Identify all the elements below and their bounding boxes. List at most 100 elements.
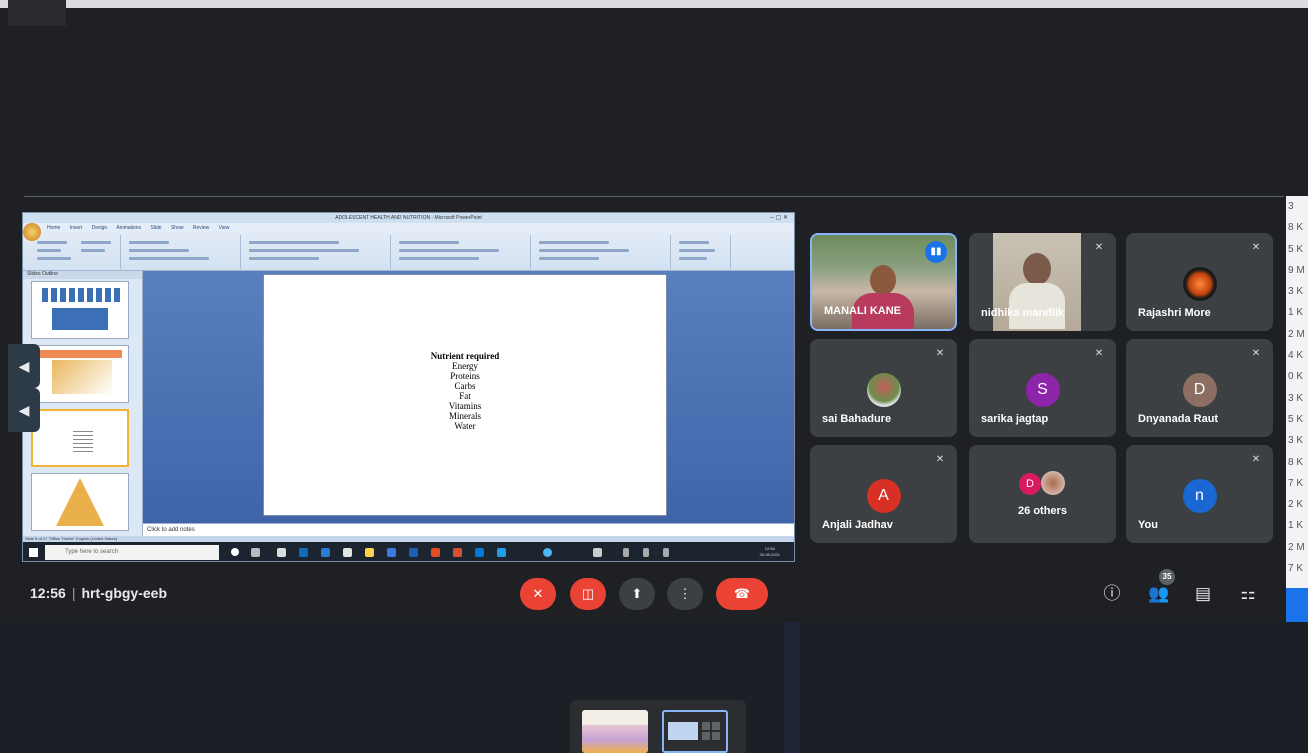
slide-canvas: Nutrient required Energy Proteins Carbs … xyxy=(143,271,794,523)
window-switcher xyxy=(570,700,746,753)
people-button[interactable]: 👥 xyxy=(1147,582,1171,606)
speaking-indicator-icon: ▮▮ xyxy=(925,241,947,263)
collapse-left-button[interactable]: ◀ xyxy=(8,344,40,388)
self-tile[interactable]: ✕ n You xyxy=(1126,445,1273,543)
ribbon-group-editing xyxy=(671,235,731,269)
avatar: D xyxy=(1182,373,1217,407)
slide-item: Fat xyxy=(459,391,471,401)
participant-count-badge: 35 xyxy=(1159,569,1175,585)
list-item: 1 K xyxy=(1288,520,1304,532)
notes-pane: Click to add notes xyxy=(143,523,794,536)
list-item: 0 K xyxy=(1288,371,1304,383)
ppt-window-title: ADOLESCENT HEALTH AND NUTRITION - Micros… xyxy=(335,215,482,221)
camera-off-icon: ◫ xyxy=(581,586,595,601)
participant-tile[interactable]: ▮▮ MANALI KANE xyxy=(810,233,957,331)
participant-tile[interactable]: ✕ sai Bahadure xyxy=(810,339,957,437)
camera-toggle-button[interactable]: ◫ xyxy=(570,578,606,610)
list-item: 2 K xyxy=(1288,499,1304,511)
participant-name: nidhika mandlik xyxy=(981,307,1065,319)
shared-presentation: ADOLESCENT HEALTH AND NUTRITION - Micros… xyxy=(22,212,795,562)
list-item: 3 xyxy=(1288,201,1294,212)
current-slide: Nutrient required Energy Proteins Carbs … xyxy=(263,274,667,516)
meeting-details-button[interactable]: ⓘ xyxy=(1100,582,1124,606)
activities-button[interactable]: ⚏ xyxy=(1236,582,1260,606)
ribbon-group-drawing xyxy=(531,235,671,269)
list-item: 5 K xyxy=(1288,243,1304,255)
list-accent-bar xyxy=(1286,588,1308,622)
present-icon: ⬆ xyxy=(631,586,643,601)
ribbon-group-slides xyxy=(121,235,241,269)
avatar-photo xyxy=(1041,471,1065,495)
ribbon-tab: Slide Show xyxy=(150,225,184,231)
taskbar-app-icon xyxy=(409,548,418,557)
ppt-ribbon: Home Insert Design Animations Slide Show… xyxy=(23,223,794,271)
list-item: 5 K xyxy=(1288,413,1304,425)
present-button[interactable]: ⬆ xyxy=(619,578,655,610)
tray-icon xyxy=(643,548,649,557)
participant-tile[interactable]: ✕ nidhika mandlik xyxy=(969,233,1116,331)
taskbar-app-icon xyxy=(277,548,286,557)
participant-tile[interactable]: ✕ D Dnyanada Raut xyxy=(1126,339,1273,437)
list-item: 3 K xyxy=(1288,286,1304,298)
avatar: n xyxy=(1182,479,1217,513)
participant-name: MANALI KANE xyxy=(824,305,901,317)
taskbar-app-icon xyxy=(343,548,352,557)
mic-off-icon: ✕ xyxy=(1251,454,1261,465)
participant-tile[interactable]: ✕ A Anjali Jadhav xyxy=(810,445,957,543)
tray-icon xyxy=(623,548,629,557)
mic-off-icon: ✕ xyxy=(935,454,945,465)
leave-call-button[interactable]: ☎ xyxy=(716,578,768,610)
more-options-button[interactable]: ⋮ xyxy=(667,578,703,610)
separator: | xyxy=(71,585,76,601)
taskbar-app-icon xyxy=(543,548,552,557)
people-icon: 👥 xyxy=(1148,584,1170,603)
list-item: 8 K xyxy=(1288,222,1304,234)
avatar: S xyxy=(1025,373,1060,407)
taskbar-app-icon xyxy=(321,548,330,557)
participant-tile[interactable]: ✕ Rajashri More xyxy=(1126,233,1273,331)
meeting-info: 12:56 | hrt-gbgy-eeb xyxy=(30,585,167,601)
mic-off-icon: ✕ xyxy=(1094,348,1104,359)
participant-name: Anjali Jadhav xyxy=(822,519,893,531)
taskbar-app-icon xyxy=(475,548,484,557)
participant-name: You xyxy=(1138,519,1158,531)
slide-item: Carbs xyxy=(454,381,476,391)
mic-off-icon: ✕ xyxy=(1251,348,1261,359)
partial-side-list: 3 8 K 5 K 9 M 3 K 1 K 2 M 4 K 0 K 3 K 5 … xyxy=(1286,196,1308,622)
avatar xyxy=(1182,267,1217,301)
participant-name: sai Bahadure xyxy=(822,413,892,425)
list-item: 2 M xyxy=(1288,328,1305,340)
participant-name: sarika jagtap xyxy=(981,413,1049,425)
mic-toggle-button[interactable]: ✕ xyxy=(520,578,556,610)
task-view-icon xyxy=(251,548,260,557)
meeting-code[interactable]: hrt-gbgy-eeb xyxy=(81,585,167,601)
divider xyxy=(24,196,1284,197)
tray-icon xyxy=(593,548,602,557)
meeting-time: 12:56 xyxy=(30,585,66,601)
window-thumbnail-selected[interactable] xyxy=(662,710,728,753)
mic-off-icon: ✕ xyxy=(1251,242,1261,253)
list-item: 3 K xyxy=(1288,392,1304,404)
collapse-left-button-secondary[interactable]: ◀ xyxy=(8,388,40,432)
chat-button[interactable]: ▤ xyxy=(1191,582,1215,606)
hangup-icon: ☎ xyxy=(733,586,751,601)
others-tile[interactable]: D 26 others xyxy=(969,445,1116,543)
slides-panel: Slides Outline xyxy=(23,271,143,536)
ribbon-group-clipboard xyxy=(29,235,121,269)
tray-icon xyxy=(663,548,669,557)
meet-stage: ADOLESCENT HEALTH AND NUTRITION - Micros… xyxy=(0,0,1308,753)
participant-tile[interactable]: ✕ S sarika jagtap xyxy=(969,339,1116,437)
window-thumbnail[interactable] xyxy=(582,710,648,753)
list-item: 7 K xyxy=(1288,477,1304,489)
avatar: A xyxy=(866,479,901,513)
slide-content: Nutrient required Energy Proteins Carbs … xyxy=(264,351,666,431)
list-item: 9 M xyxy=(1288,264,1305,276)
list-item: 1 K xyxy=(1288,307,1304,319)
avatar: D xyxy=(1019,473,1041,495)
more-options-icon: ⋮ xyxy=(678,586,692,601)
slide-thumbnail-selected xyxy=(31,409,129,467)
windows-start-icon xyxy=(29,548,38,557)
taskbar-app-icon xyxy=(387,548,396,557)
list-item: 4 K xyxy=(1288,350,1304,362)
ribbon-tab: Home xyxy=(47,225,61,231)
